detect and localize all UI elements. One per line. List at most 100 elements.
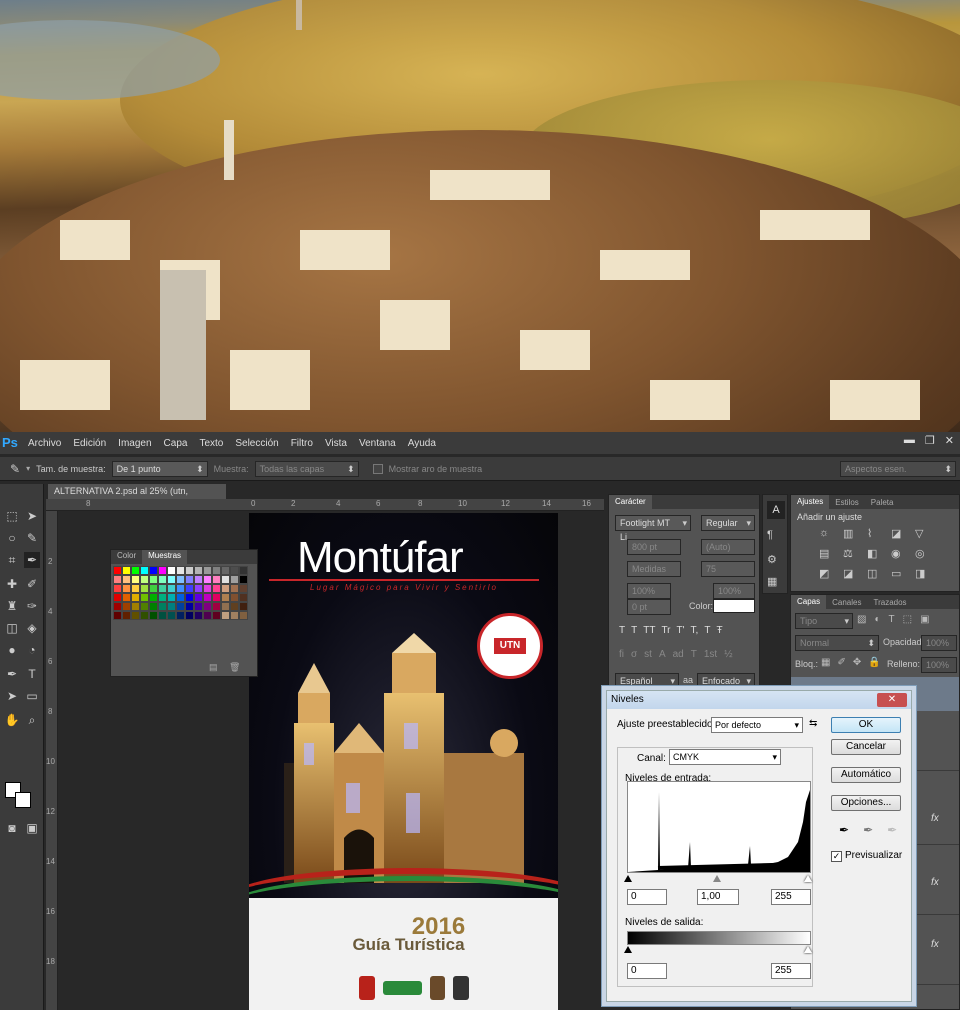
quick-mask-icon[interactable]: ◙: [4, 820, 20, 836]
color-swatch[interactable]: [203, 575, 212, 584]
background-color-swatch[interactable]: [15, 792, 31, 808]
output-white-slider[interactable]: [804, 946, 812, 953]
delete-swatch-icon[interactable]: 🗑: [229, 662, 240, 673]
small-caps-button[interactable]: Tr: [661, 625, 670, 636]
levels-icon[interactable]: ▥: [843, 527, 861, 547]
close-icon[interactable]: ✕: [945, 434, 954, 447]
antialias-select[interactable]: Enfocado ▾: [697, 673, 755, 689]
shape-tool-icon[interactable]: ▭: [24, 688, 40, 704]
paint-bucket-icon[interactable]: ◈: [24, 620, 40, 636]
color-swatch[interactable]: [122, 575, 131, 584]
path-select-icon[interactable]: ➤: [4, 688, 20, 704]
color-swatch[interactable]: [140, 575, 149, 584]
color-swatch[interactable]: [176, 566, 185, 575]
color-swatch[interactable]: [239, 584, 248, 593]
preset-select[interactable]: Por defecto ▾: [711, 717, 803, 733]
color-swatch[interactable]: [212, 611, 221, 620]
color-swatch[interactable]: [131, 593, 140, 602]
color-swatch[interactable]: [194, 611, 203, 620]
tab-color[interactable]: Color: [111, 550, 142, 564]
minimize-icon[interactable]: ▬: [904, 434, 915, 447]
tab-styles[interactable]: Estilos: [829, 498, 865, 507]
color-swatch[interactable]: [122, 602, 131, 611]
document-tab[interactable]: ALTERNATIVA 2.psd al 25% (utn, CMYK/8) ×: [48, 484, 226, 511]
color-swatch[interactable]: [185, 566, 194, 575]
ordinals-button[interactable]: 1st: [704, 649, 717, 660]
ok-button[interactable]: OK: [831, 717, 901, 733]
color-swatch[interactable]: [185, 575, 194, 584]
menu-capa[interactable]: Capa: [158, 438, 194, 449]
color-swatch[interactable]: [185, 593, 194, 602]
brush-tool-icon[interactable]: ✐: [24, 576, 40, 592]
font-size-field[interactable]: 800 pt: [627, 539, 681, 555]
color-swatch[interactable]: [239, 566, 248, 575]
color-swatch[interactable]: [167, 602, 176, 611]
color-swatch[interactable]: [149, 584, 158, 593]
color-swatch[interactable]: [221, 611, 230, 620]
color-balance-icon[interactable]: ⚖: [843, 547, 861, 567]
menu-vista[interactable]: Vista: [319, 438, 353, 449]
quick-select-icon[interactable]: ✎: [24, 530, 40, 546]
input-white-slider[interactable]: [804, 875, 812, 882]
color-swatch[interactable]: [230, 584, 239, 593]
color-swatch[interactable]: [221, 575, 230, 584]
pixel-filter-icon[interactable]: ▨: [857, 614, 866, 625]
subscript-button[interactable]: T,: [691, 625, 699, 636]
sample-size-select[interactable]: De 1 punto ⬍: [111, 460, 208, 477]
color-swatch[interactable]: [113, 575, 122, 584]
color-swatch[interactable]: [158, 566, 167, 575]
color-swatch[interactable]: [122, 611, 131, 620]
layer-effects-icon[interactable]: fx: [931, 939, 939, 950]
color-swatch[interactable]: [203, 584, 212, 593]
color-swatch[interactable]: [149, 593, 158, 602]
paragraph-panel-icon[interactable]: ¶: [767, 529, 773, 541]
color-swatch[interactable]: [122, 584, 131, 593]
color-swatch[interactable]: [176, 611, 185, 620]
superscript-button[interactable]: T': [677, 625, 685, 636]
menu-imagen[interactable]: Imagen: [112, 438, 157, 449]
color-swatch[interactable]: [176, 575, 185, 584]
lock-transparency-icon[interactable]: ▦: [821, 657, 830, 668]
vibrance-icon[interactable]: ▽: [915, 527, 933, 547]
font-style-select[interactable]: Regular ▾: [701, 515, 755, 531]
smart-filter-icon[interactable]: ▣: [920, 614, 929, 625]
tool-preset-chevron-icon[interactable]: ▾: [26, 464, 30, 473]
workspace-select[interactable]: Aspectos esen. ⬍: [840, 460, 956, 477]
color-swatch[interactable]: [194, 584, 203, 593]
tab-swatch-palette[interactable]: Paleta: [865, 498, 900, 507]
font-family-select[interactable]: Footlight MT Li... ▾: [615, 515, 691, 542]
color-swatch[interactable]: [149, 602, 158, 611]
color-swatch[interactable]: [230, 566, 239, 575]
color-swatch[interactable]: [167, 566, 176, 575]
show-ring-checkbox[interactable]: [372, 463, 383, 474]
color-swatch[interactable]: [230, 575, 239, 584]
color-swatch[interactable]: [185, 611, 194, 620]
horizontal-scale-field[interactable]: 100%: [713, 583, 755, 599]
new-swatch-icon[interactable]: ▤: [209, 662, 218, 673]
type-tool-icon[interactable]: T: [24, 666, 40, 682]
color-swatch[interactable]: [113, 566, 122, 575]
tab-adjustments[interactable]: Ajustes: [791, 495, 830, 509]
move-tool-icon[interactable]: ➤: [24, 508, 40, 524]
gradient-map-icon[interactable]: ▭: [891, 567, 909, 587]
input-gamma-field[interactable]: 1,00: [697, 889, 739, 905]
color-swatch[interactable]: [203, 566, 212, 575]
color-swatch[interactable]: [203, 611, 212, 620]
options-button[interactable]: Opciones...: [831, 795, 901, 811]
color-swatch[interactable]: [149, 566, 158, 575]
color-swatch[interactable]: [140, 593, 149, 602]
color-swatch[interactable]: [131, 584, 140, 593]
tab-character[interactable]: Carácter: [609, 495, 652, 509]
color-swatch[interactable]: [131, 575, 140, 584]
color-swatch[interactable]: [149, 575, 158, 584]
faux-italic-button[interactable]: T: [631, 625, 637, 636]
menu-edicion[interactable]: Edición: [67, 438, 112, 449]
menu-texto[interactable]: Texto: [193, 438, 229, 449]
output-black-slider[interactable]: [624, 946, 632, 953]
close-dialog-icon[interactable]: ✕: [877, 693, 907, 707]
character-panel-icon[interactable]: A: [767, 501, 785, 519]
threshold-icon[interactable]: ◫: [867, 567, 885, 587]
swash-button[interactable]: A: [659, 649, 666, 660]
ligature-button[interactable]: fi: [619, 649, 624, 660]
hand-tool-icon[interactable]: ✋: [4, 712, 20, 728]
